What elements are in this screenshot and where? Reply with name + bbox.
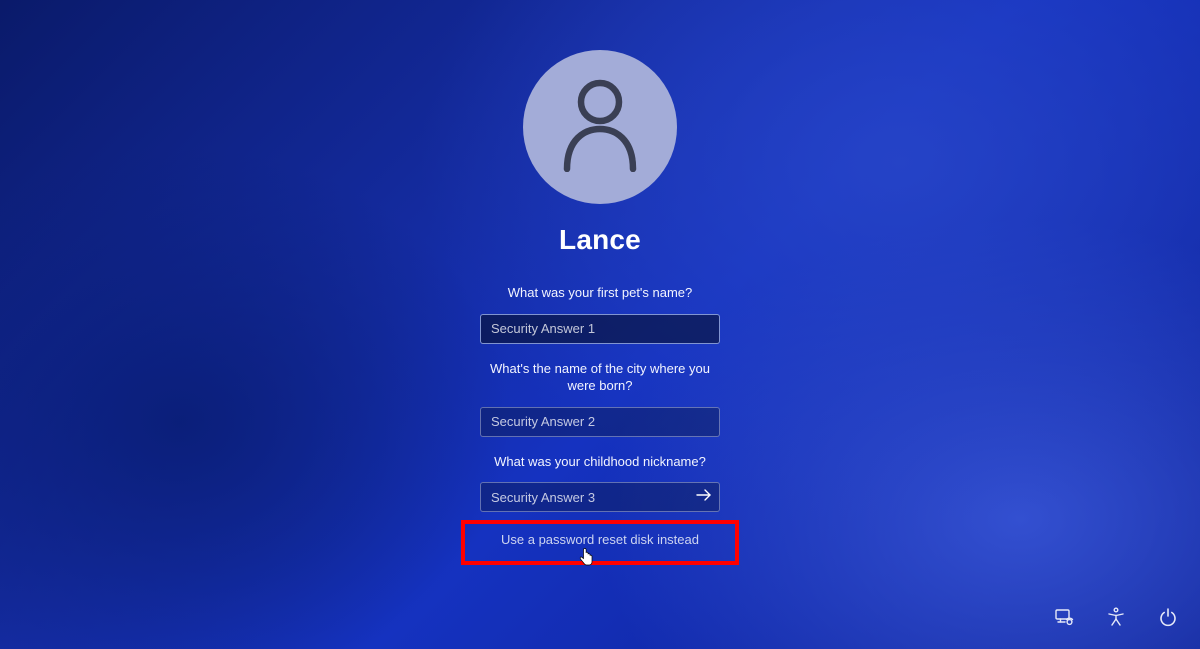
power-icon [1158, 607, 1178, 632]
highlight-annotation: Use a password reset disk instead [461, 520, 739, 565]
user-avatar [523, 50, 677, 204]
cursor-pointer-icon [579, 548, 593, 566]
network-icon [1054, 607, 1074, 632]
system-tray [1052, 607, 1180, 631]
security-question-1: What was your first pet's name? [480, 284, 720, 302]
security-answer-3-input[interactable] [480, 482, 720, 512]
security-answer-3-field[interactable] [480, 482, 720, 512]
accessibility-button[interactable] [1104, 607, 1128, 631]
security-question-2: What's the name of the city where you we… [480, 360, 720, 395]
power-button[interactable] [1156, 607, 1180, 631]
network-button[interactable] [1052, 607, 1076, 631]
security-answer-1-field[interactable] [480, 314, 720, 344]
security-answer-2-field[interactable] [480, 407, 720, 437]
security-question-3: What was your childhood nickname? [480, 453, 720, 471]
accessibility-icon [1106, 607, 1126, 632]
password-reset-disk-link[interactable]: Use a password reset disk instead [501, 532, 699, 547]
username-label: Lance [559, 224, 641, 256]
security-answer-1-input[interactable] [480, 314, 720, 344]
arrow-right-icon [696, 488, 712, 507]
login-security-questions: Lance What was your first pet's name? Wh… [450, 50, 750, 565]
security-answer-2-input[interactable] [480, 407, 720, 437]
submit-button[interactable] [688, 482, 720, 512]
user-icon [559, 77, 641, 177]
